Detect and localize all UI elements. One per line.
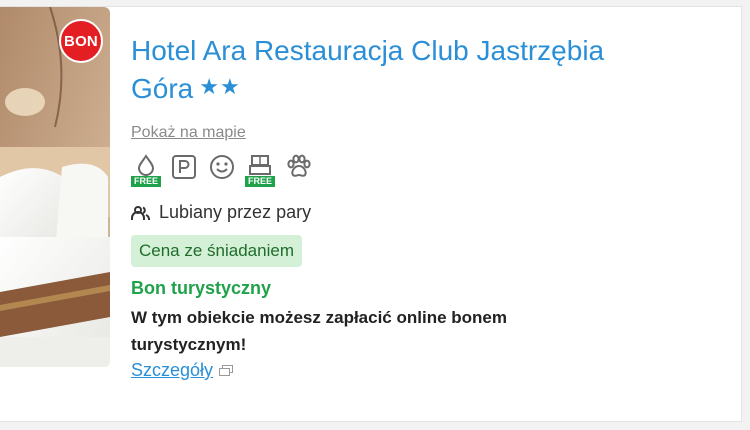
free-tag: FREE — [131, 176, 161, 187]
show-on-map-link[interactable]: Pokaż na mapie — [131, 124, 246, 142]
smiley-icon — [210, 155, 234, 179]
external-window-icon — [219, 365, 234, 376]
star-rating: ★★ — [199, 74, 241, 99]
paw-icon — [287, 154, 311, 177]
water-drop-icon — [137, 154, 155, 176]
parking-icon — [172, 155, 196, 179]
voucher-title: Bon turystyczny — [131, 278, 272, 298]
voucher-description: W tym obiekcie możesz zapłacić online bo… — [131, 308, 507, 354]
amenities-list: FREE FREE — [131, 154, 711, 188]
details-link[interactable]: Szczegóły — [131, 360, 234, 381]
amenity-item — [169, 154, 197, 188]
amenity-item: FREE — [131, 154, 161, 188]
amenity-item — [207, 154, 235, 188]
bon-badge: BON — [59, 19, 103, 63]
people-icon — [131, 205, 150, 220]
liked-by-row: Lubiany przez pary — [131, 202, 711, 223]
amenity-item: FREE — [245, 154, 275, 188]
free-tag: FREE — [245, 176, 275, 187]
hotel-name-heading[interactable]: Hotel Ara Restauracja Club Jastrzębia Gó… — [131, 33, 711, 107]
details-link-label[interactable]: Szczegóły — [131, 360, 213, 381]
hotel-card[interactable]: BON Hotel Ara Restauracja Club Jastrzębi… — [0, 6, 742, 422]
liked-by-text: Lubiany przez pary — [159, 202, 312, 222]
hotel-info: Hotel Ara Restauracja Club Jastrzębia Gó… — [131, 33, 711, 381]
wifi-router-icon — [249, 155, 271, 175]
breakfast-price-badge: Cena ze śniadaniem — [131, 235, 302, 267]
hotel-photo[interactable] — [0, 7, 110, 367]
amenity-item — [283, 154, 311, 188]
